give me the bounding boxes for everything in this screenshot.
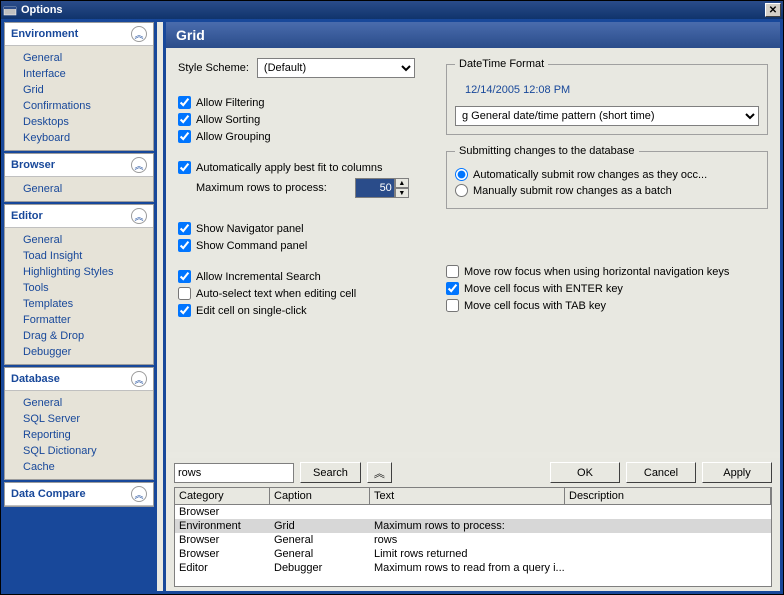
spinner-up-icon[interactable]: ▲: [395, 178, 409, 188]
max-rows-spinner[interactable]: ▲▼: [355, 178, 409, 198]
result-row[interactable]: BrowserGeneralLimit rows returned: [175, 547, 771, 561]
chevron-up-icon: ︽: [131, 208, 147, 224]
allow-filtering-checkbox[interactable]: Allow Filtering: [178, 96, 428, 109]
category-editor: Editor︽ GeneralToad InsightHighlighting S…: [4, 204, 154, 365]
callout-arrow: [166, 443, 201, 452]
auto-best-fit-checkbox[interactable]: Automatically apply best fit to columns: [178, 161, 428, 174]
category-header[interactable]: Editor︽: [5, 205, 153, 228]
style-scheme-select[interactable]: (Default): [257, 58, 415, 78]
datetime-preview: 12/14/2005 12:08 PM: [465, 84, 759, 96]
sidebar-item-interface[interactable]: Interface: [23, 66, 153, 82]
col-category[interactable]: Category: [175, 488, 270, 504]
ok-button[interactable]: OK: [550, 462, 620, 483]
datetime-format-select[interactable]: g General date/time pattern (short time): [455, 106, 759, 126]
collapse-button[interactable]: ︽: [367, 462, 392, 483]
allow-sorting-checkbox[interactable]: Allow Sorting: [178, 113, 428, 126]
category-environment: Environment︽ GeneralInterfaceGridConfirma…: [4, 22, 154, 151]
sidebar-item-sql-server[interactable]: SQL Server: [23, 411, 153, 427]
submit-changes-group: Submitting changes to the database Autom…: [446, 145, 768, 209]
edit-single-click-checkbox[interactable]: Edit cell on single-click: [178, 304, 428, 317]
cancel-button[interactable]: Cancel: [626, 462, 696, 483]
chevron-up-icon: ︽: [131, 371, 147, 387]
category-header[interactable]: Browser︽: [5, 154, 153, 177]
sidebar-item-drag-drop[interactable]: Drag & Drop: [23, 328, 153, 344]
col-description[interactable]: Description: [565, 488, 771, 504]
show-navigator-checkbox[interactable]: Show Navigator panel: [178, 222, 428, 235]
datetime-format-group: DateTime Format 12/14/2005 12:08 PM g Ge…: [446, 58, 768, 135]
sidebar-item-formatter[interactable]: Formatter: [23, 312, 153, 328]
move-row-focus-checkbox[interactable]: Move row focus when using horizontal nav…: [446, 265, 768, 278]
close-button[interactable]: ✕: [765, 3, 781, 17]
sidebar-item-desktops[interactable]: Desktops: [23, 114, 153, 130]
submit-legend: Submitting changes to the database: [455, 145, 639, 157]
titlebar: Options ✕: [1, 1, 783, 19]
app-icon: [3, 4, 17, 16]
category-data-compare: Data Compare︽: [4, 482, 154, 507]
move-cell-enter-checkbox[interactable]: Move cell focus with ENTER key: [446, 282, 768, 295]
sidebar-item-sql-dictionary[interactable]: SQL Dictionary: [23, 443, 153, 459]
main-panel: Grid Style Scheme: (Default) Allow Filte…: [166, 22, 780, 591]
search-input[interactable]: [174, 463, 294, 483]
move-cell-tab-checkbox[interactable]: Move cell focus with TAB key: [446, 299, 768, 312]
max-rows-label: Maximum rows to process:: [196, 182, 327, 194]
footer: Search ︽ OK Cancel Apply: [166, 458, 780, 487]
allow-grouping-checkbox[interactable]: Allow Grouping: [178, 130, 428, 143]
col-caption[interactable]: Caption: [270, 488, 370, 504]
sidebar-item-debugger[interactable]: Debugger: [23, 344, 153, 360]
manual-submit-radio[interactable]: Manually submit row changes as a batch: [455, 184, 759, 197]
window-title: Options: [21, 4, 765, 16]
chevron-up-icon: ︽: [131, 486, 147, 502]
search-results: Category Caption Text Description Browse…: [174, 487, 772, 587]
vertical-splitter[interactable]: [157, 22, 163, 591]
datetime-legend: DateTime Format: [455, 58, 548, 70]
apply-button[interactable]: Apply: [702, 462, 772, 483]
incremental-search-checkbox[interactable]: Allow Incremental Search: [178, 270, 428, 283]
sidebar-item-general[interactable]: General: [23, 181, 153, 197]
chevron-up-icon: ︽: [131, 157, 147, 173]
sidebar-item-general[interactable]: General: [23, 232, 153, 248]
category-header[interactable]: Data Compare︽: [5, 483, 153, 506]
sidebar-item-templates[interactable]: Templates: [23, 296, 153, 312]
result-row[interactable]: EditorDebuggerMaximum rows to read from …: [175, 561, 771, 575]
sidebar-item-grid[interactable]: Grid: [23, 82, 153, 98]
sidebar-item-reporting[interactable]: Reporting: [23, 427, 153, 443]
category-header[interactable]: Database︽: [5, 368, 153, 391]
category-database: Database︽ GeneralSQL ServerReportingSQL D…: [4, 367, 154, 480]
page-title: Grid: [166, 22, 780, 48]
sidebar-item-general[interactable]: General: [23, 50, 153, 66]
search-button[interactable]: Search: [300, 462, 361, 483]
style-scheme-label: Style Scheme:: [178, 62, 249, 74]
result-row[interactable]: Browser: [175, 505, 771, 519]
show-command-checkbox[interactable]: Show Command panel: [178, 239, 428, 252]
sidebar-item-cache[interactable]: Cache: [23, 459, 153, 475]
col-text[interactable]: Text: [370, 488, 565, 504]
auto-select-text-checkbox[interactable]: Auto-select text when editing cell: [178, 287, 428, 300]
sidebar: Environment︽GeneralInterfaceGridConfirma…: [4, 22, 154, 591]
category-browser: Browser︽ General: [4, 153, 154, 202]
sidebar-item-highlighting-styles[interactable]: Highlighting Styles: [23, 264, 153, 280]
sidebar-item-general[interactable]: General: [23, 395, 153, 411]
auto-submit-radio[interactable]: Automatically submit row changes as they…: [455, 168, 759, 181]
form: Style Scheme: (Default) Allow Filtering …: [166, 48, 780, 452]
result-row[interactable]: BrowserGeneralrows: [175, 533, 771, 547]
chevron-up-icon: ︽: [131, 26, 147, 42]
category-header[interactable]: Environment︽: [5, 23, 153, 46]
results-header: Category Caption Text Description: [175, 488, 771, 505]
sidebar-item-tools[interactable]: Tools: [23, 280, 153, 296]
result-row[interactable]: EnvironmentGridMaximum rows to process:: [175, 519, 771, 533]
sidebar-item-confirmations[interactable]: Confirmations: [23, 98, 153, 114]
spinner-down-icon[interactable]: ▼: [395, 188, 409, 198]
sidebar-item-keyboard[interactable]: Keyboard: [23, 130, 153, 146]
sidebar-item-toad-insight[interactable]: Toad Insight: [23, 248, 153, 264]
